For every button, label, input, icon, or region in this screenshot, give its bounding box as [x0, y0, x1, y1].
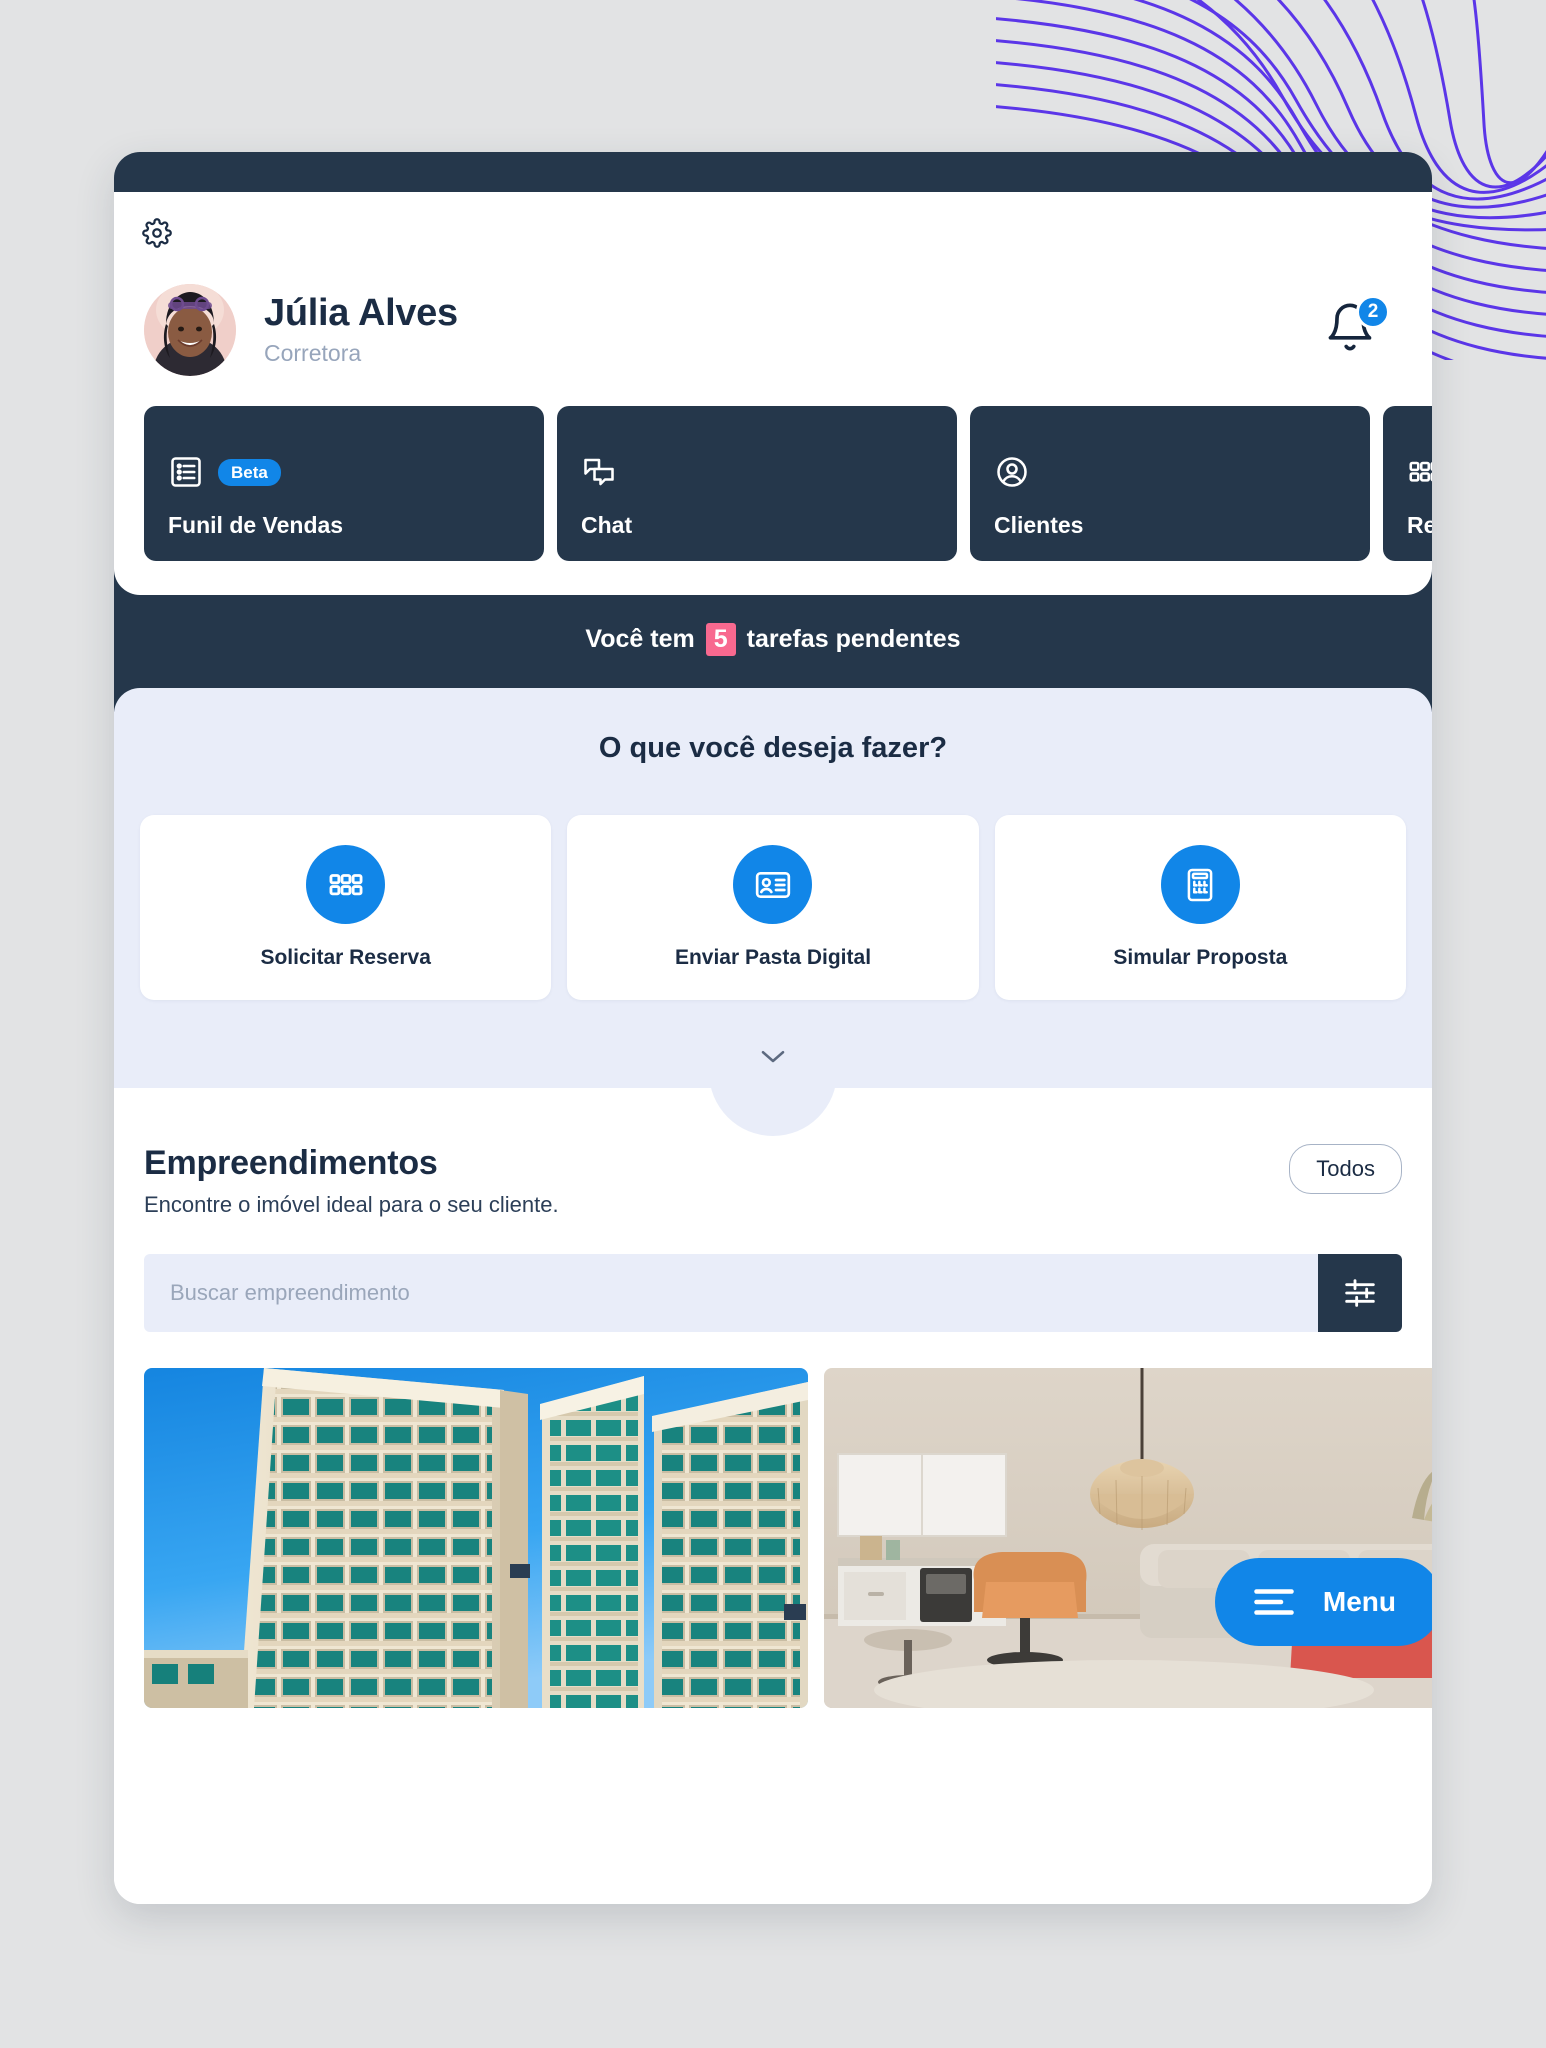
avatar[interactable] — [144, 284, 236, 376]
profile-role: Corretora — [264, 339, 362, 366]
nav-card-clientes[interactable]: Clientes — [970, 406, 1370, 561]
app-content: Júlia Alves Corretora 2 Beta Funil de Ve… — [114, 192, 1432, 1904]
tasks-suffix: tarefas pendentes — [746, 625, 961, 653]
profile-name: Júlia Alves — [264, 292, 458, 335]
user-circle-icon — [997, 457, 1027, 487]
search-row — [144, 1254, 1402, 1332]
listings-subtitle: Encontre o imóvel ideal para o seu clien… — [144, 1192, 559, 1217]
app-window: Júlia Alves Corretora 2 Beta Funil de Ve… — [114, 152, 1432, 1904]
action-label: Solicitar Reserva — [260, 946, 431, 969]
listings-header: Empreendimentos Encontre o imóvel ideal … — [144, 1144, 1402, 1218]
nav-card-icon-row — [581, 454, 933, 490]
window-title-bar — [114, 152, 1432, 192]
sliders-icon — [1345, 1279, 1375, 1307]
collapse-zone — [114, 1000, 1432, 1136]
profile-row: Júlia Alves Corretora 2 — [114, 250, 1432, 376]
tasks-count-badge: 5 — [705, 623, 736, 656]
nav-card-label: Funil de Vendas — [168, 512, 344, 538]
menu-fab-button[interactable]: Menu — [1214, 1558, 1432, 1646]
menu-fab-label: Menu — [1322, 1586, 1396, 1617]
action-icon-circle — [1160, 845, 1240, 924]
search-input[interactable] — [144, 1254, 1318, 1332]
action-icon-circle — [733, 845, 813, 924]
list-icon — [171, 457, 201, 487]
gallery-item-building-exterior[interactable] — [144, 1368, 808, 1708]
gallery-item-apartment-interior[interactable] — [824, 1368, 1432, 1708]
nav-card-reservas[interactable]: Reservas — [1383, 406, 1432, 561]
settings-row — [114, 192, 1432, 250]
quick-actions-panel: O que você deseja fazer? Solicitar Reser… — [114, 688, 1432, 1136]
page-title: Empreendimentos — [144, 1144, 438, 1182]
action-card-enviar-pasta-digital[interactable]: Enviar Pasta Digital — [567, 815, 979, 1000]
listings-heading-block: Empreendimentos Encontre o imóvel ideal … — [144, 1144, 559, 1218]
hamburger-icon — [1254, 1589, 1294, 1615]
notifications-button[interactable]: 2 — [1324, 295, 1390, 359]
top-panel: Júlia Alves Corretora 2 Beta Funil de Ve… — [114, 192, 1432, 595]
id-card-icon — [755, 871, 791, 898]
quick-action-list: Solicitar Reserva Enviar Pasta Digital S… — [114, 765, 1432, 1000]
beta-badge: Beta — [218, 458, 281, 486]
nav-card-icon-row — [1407, 454, 1432, 490]
chat-bubbles-icon — [584, 458, 614, 486]
nav-card-chat[interactable]: Chat — [557, 406, 957, 561]
nav-card-label: Chat — [581, 512, 633, 538]
listings-gallery — [144, 1368, 1432, 1708]
action-label: Enviar Pasta Digital — [674, 946, 872, 969]
nav-card-icon-row — [994, 454, 1346, 490]
nav-card-icon-row: Beta — [168, 454, 520, 490]
nav-card-label: Clientes — [994, 512, 1084, 538]
listings-section: Empreendimentos Encontre o imóvel ideal … — [114, 1088, 1432, 1708]
calculator-icon — [1187, 868, 1213, 901]
action-card-simular-proposta[interactable]: Simular Proposta — [994, 815, 1406, 1000]
action-icon-circle — [306, 845, 386, 924]
grid-icon — [1409, 461, 1432, 482]
action-card-solicitar-reserva[interactable]: Solicitar Reserva — [140, 815, 552, 1000]
action-label: Simular Proposta — [1113, 946, 1288, 969]
gear-icon[interactable] — [140, 216, 174, 250]
pending-tasks-text: Você tem 5 tarefas pendentes — [585, 623, 961, 656]
tasks-prefix: Você tem — [585, 625, 695, 653]
nav-card-funil-de-vendas[interactable]: Beta Funil de Vendas — [144, 406, 544, 561]
nav-card-list: Beta Funil de Vendas Chat Clientes Re — [114, 376, 1432, 595]
quick-actions-title: O que você deseja fazer? — [598, 732, 948, 764]
profile-text: Júlia Alves Corretora — [264, 292, 1324, 367]
chevron-down-icon — [761, 1051, 785, 1063]
filter-settings-button[interactable] — [1318, 1254, 1402, 1332]
filter-pill-todos[interactable]: Todos — [1289, 1144, 1402, 1194]
nav-card-label: Reservas — [1407, 512, 1432, 538]
notification-badge: 2 — [1356, 295, 1390, 329]
grid-icon — [329, 873, 363, 895]
